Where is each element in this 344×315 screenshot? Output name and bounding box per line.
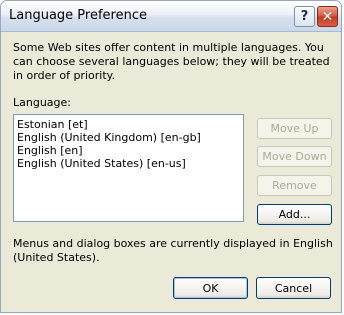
- intro-text: Some Web sites offer content in multiple…: [13, 41, 330, 82]
- help-icon: ?: [300, 9, 309, 24]
- move-down-button[interactable]: Move Down: [257, 146, 332, 167]
- language-listbox[interactable]: Estonian [et] English (United Kingdom) […: [13, 114, 244, 222]
- ok-button[interactable]: OK: [173, 277, 248, 299]
- language-preference-dialog: Language Preference ? ✕ Some Web sites o…: [0, 0, 342, 313]
- dialog-body: Some Web sites offer content in multiple…: [5, 32, 337, 308]
- add-button[interactable]: Add...: [257, 204, 332, 225]
- current-language-text: Menus and dialog boxes are currently dis…: [13, 237, 333, 264]
- close-button[interactable]: ✕: [317, 6, 338, 27]
- close-icon: ✕: [321, 8, 334, 25]
- language-label: Language:: [13, 96, 71, 109]
- remove-button[interactable]: Remove: [257, 175, 332, 196]
- language-item[interactable]: English (United Kingdom) [en-gb]: [17, 131, 240, 144]
- window-title: Language Preference: [9, 8, 147, 23]
- language-item[interactable]: English [en]: [17, 144, 240, 157]
- cancel-button[interactable]: Cancel: [256, 277, 331, 299]
- help-button[interactable]: ?: [294, 6, 315, 27]
- move-up-button[interactable]: Move Up: [257, 118, 332, 139]
- title-bar[interactable]: Language Preference ? ✕: [1, 1, 341, 32]
- language-item[interactable]: English (United States) [en-us]: [17, 157, 240, 170]
- language-item[interactable]: Estonian [et]: [17, 118, 240, 131]
